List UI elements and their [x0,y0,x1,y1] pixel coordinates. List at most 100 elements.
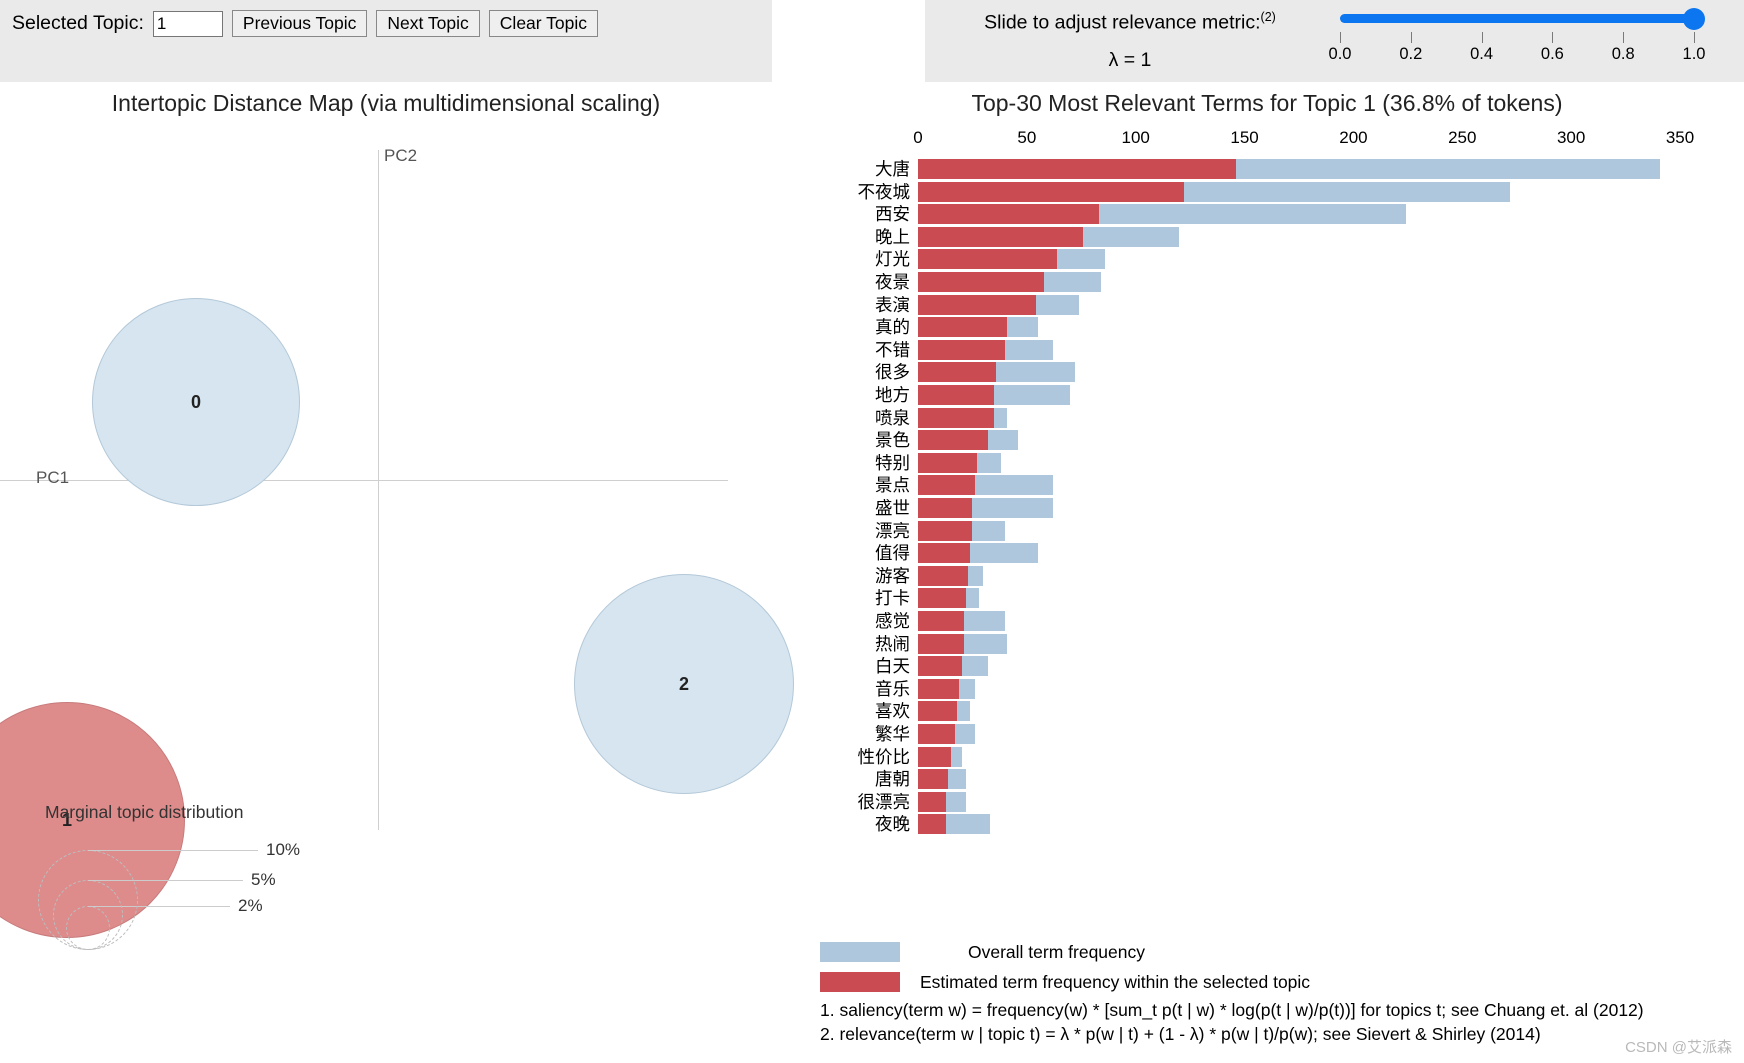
slider-tick-label: 0.6 [1540,45,1564,63]
barchart-term-label[interactable]: 大唐 [875,158,910,180]
barchart-row[interactable]: 音乐 [790,678,1744,700]
slider-handle[interactable] [1683,8,1705,30]
barchart-term-label[interactable]: 地方 [875,384,910,406]
barchart-term-label[interactable]: 很漂亮 [858,791,911,813]
barchart-row[interactable]: 漂亮 [790,520,1744,542]
watermark-text: CSDN @艾派森 [1625,1039,1732,1056]
barchart-term-label[interactable]: 特别 [875,452,910,474]
barchart-row[interactable]: 很多 [790,361,1744,383]
barchart-row[interactable]: 繁华 [790,723,1744,745]
bar-estimated-frequency [918,452,977,473]
barchart-term-label[interactable]: 值得 [875,542,910,564]
barchart-row[interactable]: 喜欢 [790,700,1744,722]
barchart-term-label[interactable]: 喜欢 [875,700,910,722]
clear-topic-button[interactable]: Clear Topic [488,10,599,37]
bar-estimated-frequency [918,204,1099,225]
slider-tick-mark [1410,32,1412,43]
topic-circle-2[interactable]: 2 [574,574,794,794]
barchart-tick-label: 250 [1448,128,1477,147]
barchart-term-label[interactable]: 盛世 [875,497,910,519]
bar-estimated-frequency [918,226,1084,247]
barchart-term-label[interactable]: 不错 [875,339,910,361]
bar-estimated-frequency [918,317,1008,338]
barchart-tick-label: 150 [1230,128,1259,147]
barchart-row[interactable]: 夜景 [790,271,1744,293]
barchart-term-label[interactable]: 晚上 [875,226,910,248]
bar-estimated-frequency [918,272,1045,292]
barchart-term-label[interactable]: 真的 [875,316,910,338]
barchart-row[interactable]: 西安 [790,203,1744,225]
barchart-term-label[interactable]: 音乐 [875,678,910,700]
barchart-term-label[interactable]: 打卡 [875,587,910,609]
barchart-term-label[interactable]: 灯光 [875,248,910,270]
bar-estimated-frequency [918,294,1036,315]
barchart-row[interactable]: 性价比 [790,746,1744,768]
barchart-term-label[interactable]: 热闹 [875,633,910,655]
footnote-ref-2: (2) [1260,10,1276,24]
barchart-row[interactable]: 景点 [790,474,1744,496]
barchart-tick-label: 200 [1339,128,1368,147]
slider-tick-mark [1694,32,1695,43]
bar-estimated-frequency [918,633,964,654]
size-legend-label: 10% [266,840,301,859]
overall-frequency-label: Overall term frequency [968,942,1146,962]
size-legend-label: 2% [238,896,263,915]
barchart-term-label[interactable]: 西安 [875,203,910,225]
barchart-row[interactable]: 盛世 [790,497,1744,519]
barchart-term-label[interactable]: 性价比 [858,746,911,768]
barchart-term-label[interactable]: 不夜城 [858,181,911,203]
barchart-row[interactable]: 游客 [790,565,1744,587]
relevance-metric-text: Slide to adjust relevance metric: [984,11,1261,34]
bar-estimated-frequency [918,159,1236,179]
barchart-row[interactable]: 大唐 [790,158,1744,180]
barchart-row[interactable]: 表演 [790,294,1744,316]
relevance-metric-panel: Slide to adjust relevance metric:(2) λ =… [925,0,1744,82]
barchart-row[interactable]: 真的 [790,316,1744,338]
relevance-slider[interactable]: 0.0 0.2 0.4 0.6 0.8 1.0 [1325,8,1725,70]
barchart-row[interactable]: 景色 [790,429,1744,451]
barchart-title: Top-30 Most Relevant Terms for Topic 1 (… [971,90,1563,116]
barchart-row[interactable]: 晚上 [790,226,1744,248]
footnote-saliency: 1. saliency(term w) = frequency(w) * [su… [820,1000,1644,1020]
barchart-term-label[interactable]: 唐朝 [875,768,910,790]
bar-estimated-frequency [918,385,995,405]
barchart-row[interactable]: 地方 [790,384,1744,406]
barchart-row[interactable]: 感觉 [790,610,1744,632]
barchart-row[interactable]: 喷泉 [790,407,1744,429]
barchart-row[interactable]: 唐朝 [790,768,1744,790]
slider-track[interactable] [1340,14,1694,23]
barchart-row[interactable]: 热闹 [790,633,1744,655]
bar-estimated-frequency [918,724,955,744]
barchart-tick-label: 0 [913,128,923,147]
barchart-row[interactable]: 打卡 [790,587,1744,609]
barchart-row[interactable]: 灯光 [790,248,1744,270]
barchart-term-label[interactable]: 白天 [875,655,910,677]
next-topic-button[interactable]: Next Topic [376,10,480,37]
barchart-term-label[interactable]: 夜景 [875,271,910,293]
overall-frequency-swatch [820,942,900,962]
barchart-row[interactable]: 很漂亮 [790,791,1744,813]
barchart-term-label[interactable]: 夜晚 [875,813,910,835]
barchart-term-label[interactable]: 繁华 [875,723,910,745]
barchart-term-label[interactable]: 很多 [875,361,910,383]
barchart-row[interactable]: 不夜城 [790,181,1744,203]
barchart-term-label[interactable]: 表演 [875,294,910,316]
barchart-row[interactable]: 特别 [790,452,1744,474]
topic-circle-0[interactable]: 0 [92,298,300,506]
selected-topic-input[interactable] [152,10,223,37]
slider-tick-label: 0.0 [1328,45,1352,63]
term-barchart: 0 50 100 150 200 250 300 350 大唐 不夜城 西安 晚上 灯光 夜景 表演 真的不… [790,128,1744,938]
previous-topic-button[interactable]: Previous Topic [231,10,368,37]
barchart-term-label[interactable]: 喷泉 [875,407,910,429]
barchart-row[interactable]: 白天 [790,655,1744,677]
barchart-term-label[interactable]: 游客 [875,565,910,587]
bar-estimated-frequency [918,362,997,383]
barchart-term-label[interactable]: 感觉 [875,610,910,632]
barchart-term-label[interactable]: 漂亮 [875,520,910,542]
barchart-row[interactable]: 值得 [790,542,1744,564]
barchart-row[interactable]: 夜晚 [790,813,1744,835]
barchart-term-label[interactable]: 景色 [875,429,910,451]
barchart-row[interactable]: 不错 [790,339,1744,361]
bar-estimated-frequency [918,611,964,631]
barchart-term-label[interactable]: 景点 [875,474,910,496]
